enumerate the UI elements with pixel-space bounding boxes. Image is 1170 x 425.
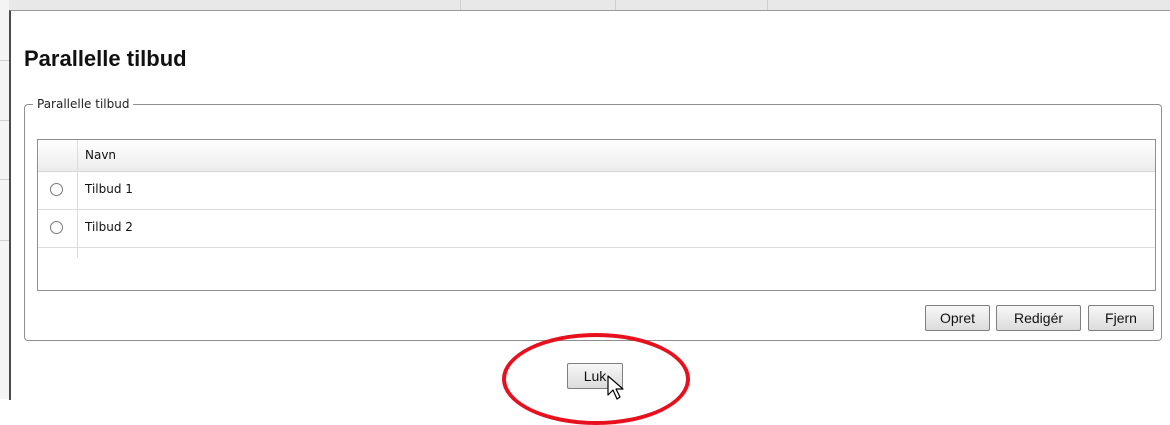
background-left-edge xyxy=(0,0,9,399)
column-header-name[interactable]: Navn xyxy=(85,148,116,162)
edit-button[interactable]: Redigér xyxy=(996,305,1081,331)
grid-header: Navn xyxy=(38,140,1155,172)
row-select-radio[interactable] xyxy=(50,183,63,196)
highlight-ellipse xyxy=(502,333,690,425)
table-row[interactable]: Tilbud 1 xyxy=(38,172,1155,210)
row-name-cell: Tilbud 2 xyxy=(85,220,133,234)
row-name-cell: Tilbud 1 xyxy=(85,182,133,196)
create-button[interactable]: Opret xyxy=(925,305,990,331)
dialog-title: Parallelle tilbud xyxy=(24,46,187,71)
mouse-pointer-icon xyxy=(607,375,624,400)
remove-button[interactable]: Fjern xyxy=(1088,305,1154,331)
row-select-radio[interactable] xyxy=(50,221,63,234)
group-legend: Parallelle tilbud xyxy=(37,97,130,111)
offers-grid: Navn Tilbud 1 Tilbud 2 xyxy=(37,139,1156,291)
table-row[interactable]: Tilbud 2 xyxy=(38,210,1155,248)
